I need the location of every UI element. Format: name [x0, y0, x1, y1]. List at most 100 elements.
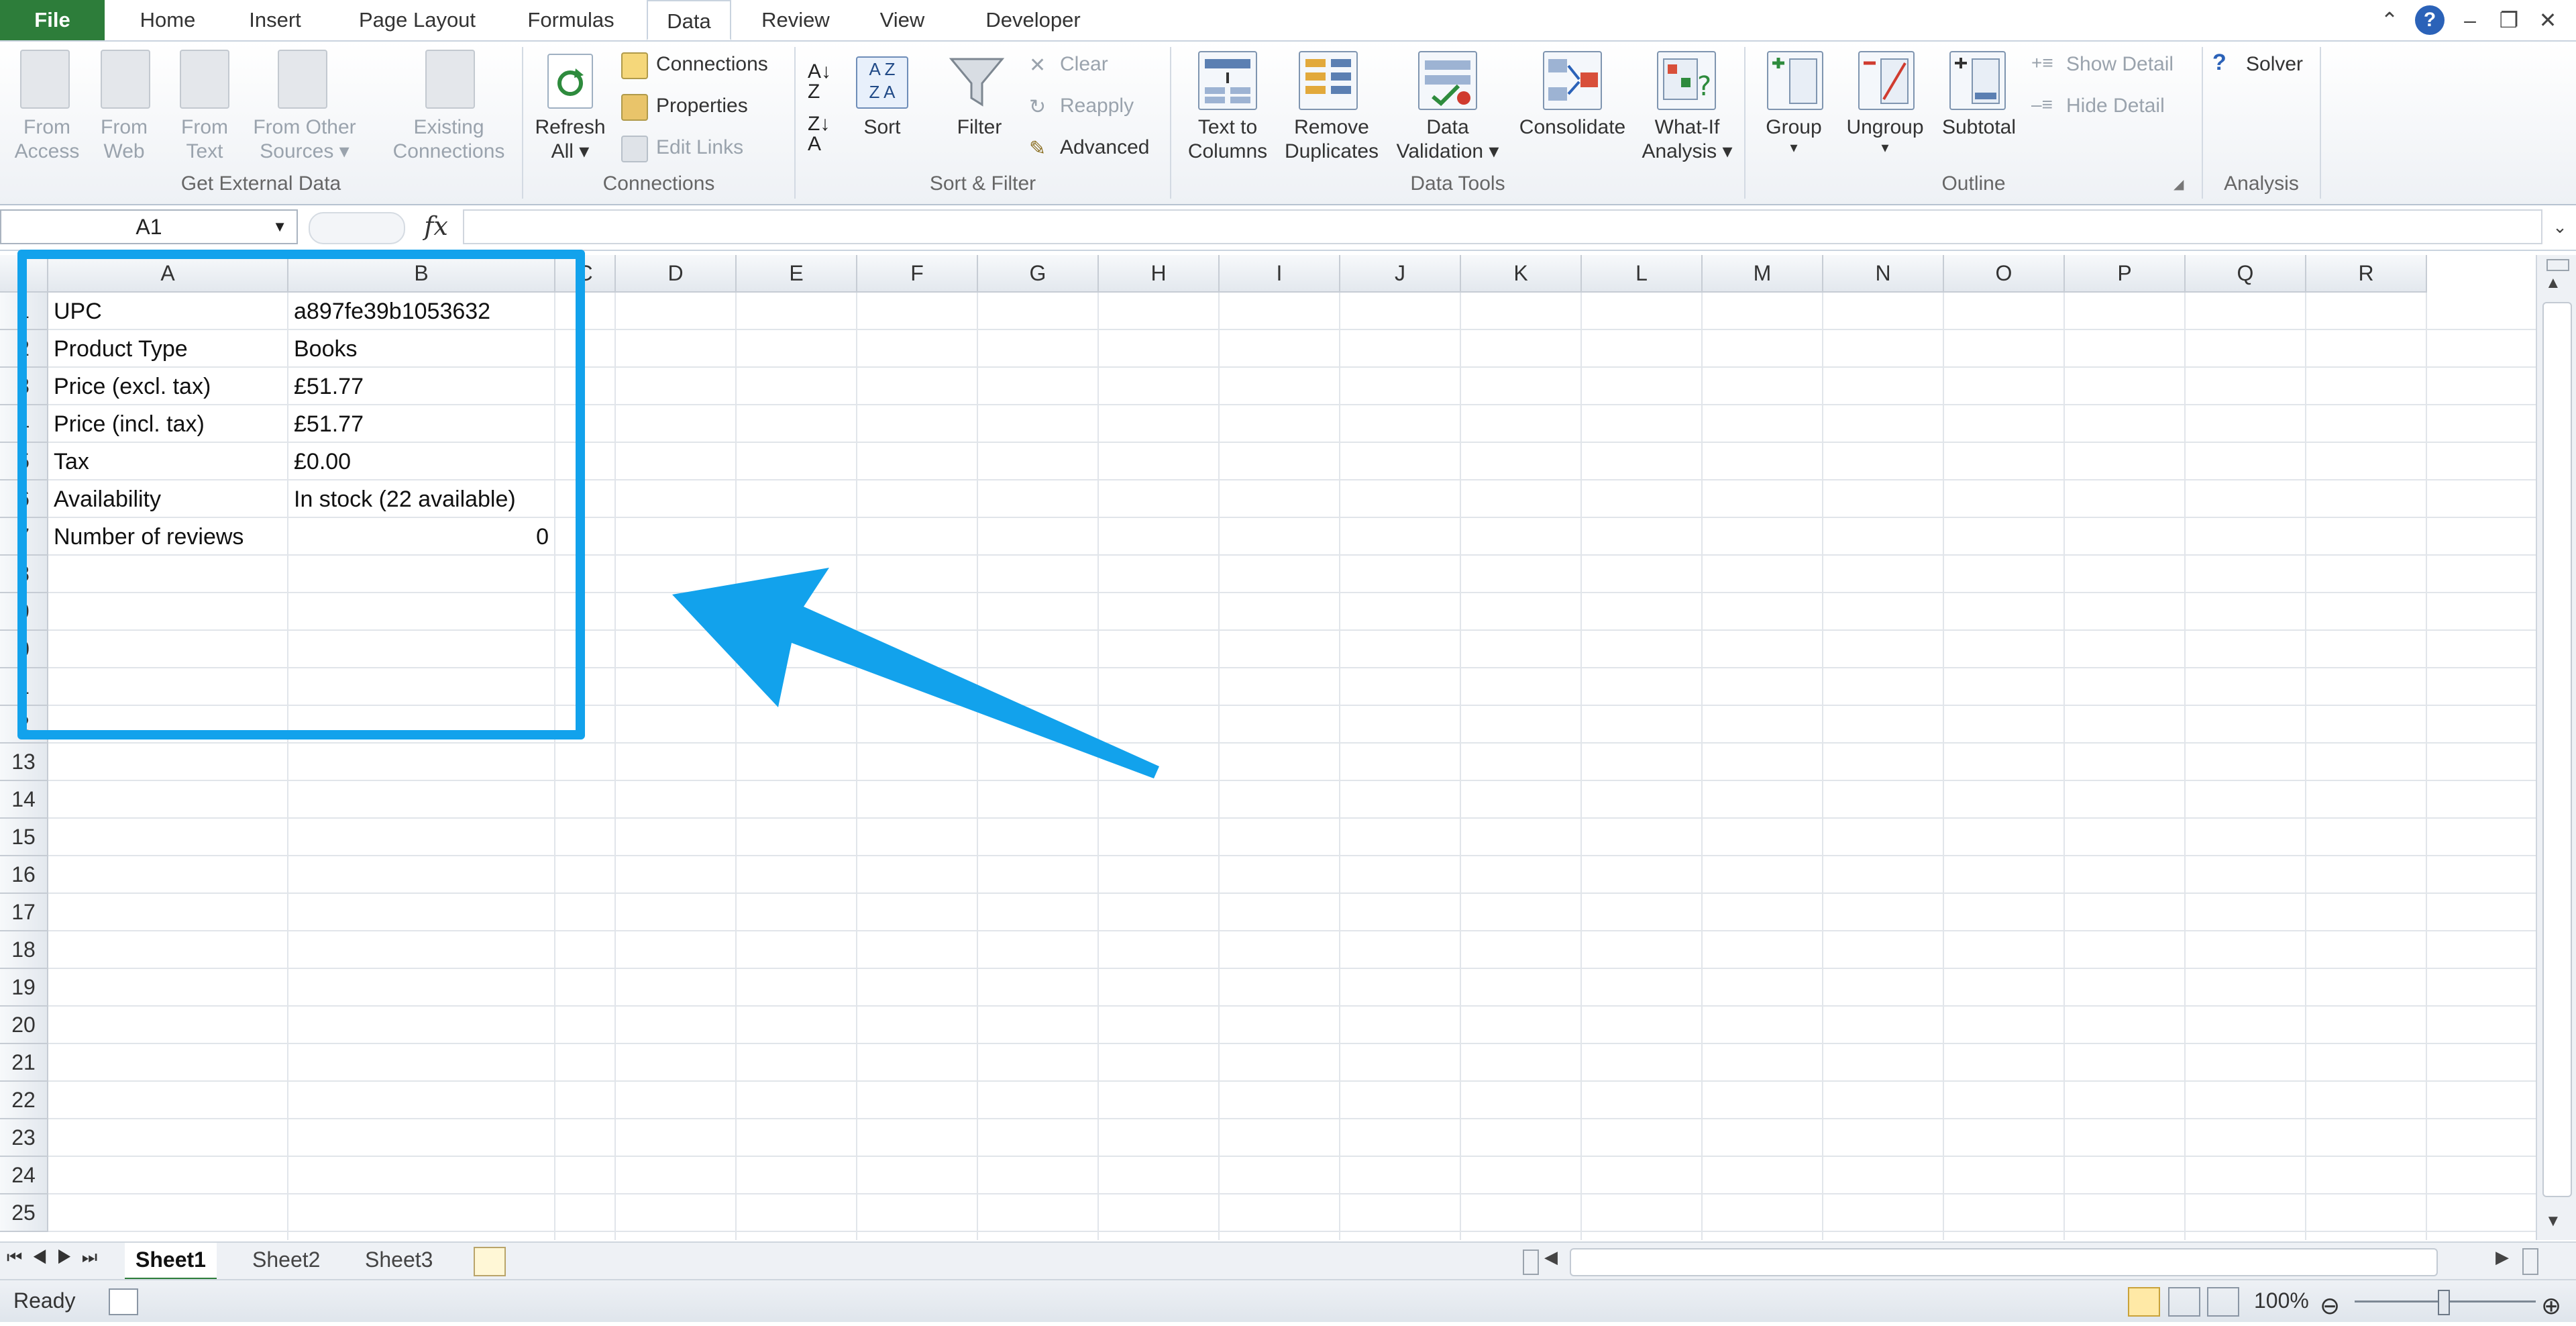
help-icon[interactable]: ? [2415, 5, 2445, 35]
solver-button[interactable]: Solver [2246, 52, 2303, 76]
tab-view[interactable]: View [865, 0, 939, 40]
row-header[interactable]: 13 [0, 744, 48, 781]
vertical-scroll-thumb[interactable] [2542, 302, 2572, 1197]
insert-sheet-icon[interactable] [474, 1247, 506, 1276]
column-header-e[interactable]: E [737, 255, 857, 293]
column-header-m[interactable]: M [1703, 255, 1823, 293]
tab-home[interactable]: Home [127, 0, 208, 40]
page-layout-view-icon[interactable] [2168, 1287, 2200, 1317]
column-header-d[interactable]: D [616, 255, 737, 293]
scroll-left-arrow-icon[interactable]: ◀ [1544, 1247, 1558, 1268]
scroll-up-arrow-icon[interactable]: ▲ [2545, 274, 2561, 293]
name-box-dropdown-icon[interactable]: ▼ [272, 211, 287, 243]
zoom-out-icon[interactable]: ⊖ [2320, 1286, 2340, 1326]
sort-za-icon[interactable]: Z↓ A [808, 114, 830, 154]
clear-button[interactable]: Clear [1060, 52, 1108, 76]
normal-view-icon[interactable] [2128, 1287, 2160, 1317]
from-other-sources-button[interactable]: From Other Sources ▾ [246, 115, 364, 164]
sheet-tab-sheet2[interactable]: Sheet2 [241, 1243, 331, 1278]
existing-connections-button[interactable]: Existing Connections [380, 115, 518, 164]
formula-bar-splitter[interactable] [309, 212, 405, 244]
row-header[interactable]: 14 [0, 781, 48, 819]
close-icon[interactable]: ✕ [2533, 5, 2563, 35]
column-header-l[interactable]: L [1582, 255, 1703, 293]
row-gridline [48, 742, 2536, 744]
scroll-right-arrow-icon[interactable]: ▶ [2496, 1247, 2509, 1268]
row-header[interactable]: 19 [0, 969, 48, 1007]
sheet-tab-sheet3[interactable]: Sheet3 [354, 1243, 443, 1278]
row-header[interactable]: 17 [0, 894, 48, 931]
minimize-icon[interactable]: – [2455, 5, 2485, 35]
from-web-button[interactable]: From Web [87, 115, 161, 164]
sort-az-icon[interactable]: A↓ Z [808, 62, 831, 102]
tab-split-handle[interactable] [1523, 1250, 1539, 1275]
column-header-q[interactable]: Q [2186, 255, 2306, 293]
from-text-button[interactable]: From Text [168, 115, 241, 164]
column-header-h[interactable]: H [1099, 255, 1220, 293]
zoom-level[interactable]: 100% [2254, 1280, 2309, 1321]
zoom-slider-thumb[interactable] [2438, 1290, 2450, 1315]
column-header-n[interactable]: N [1823, 255, 1944, 293]
hide-detail-button[interactable]: Hide Detail [2066, 94, 2165, 118]
group-button[interactable]: Group ▾ [1754, 115, 1834, 156]
text-to-columns-button[interactable]: Text to Columns [1181, 115, 1275, 164]
name-box[interactable]: A1 ▼ [0, 209, 298, 244]
outline-dialog-launcher-icon[interactable]: ◢ [2174, 176, 2184, 193]
restore-icon[interactable]: ❐ [2494, 5, 2524, 35]
scroll-down-arrow-icon[interactable]: ▼ [2545, 1212, 2561, 1231]
row-header[interactable]: 25 [0, 1194, 48, 1232]
split-box[interactable] [2546, 259, 2569, 271]
column-header-i[interactable]: I [1220, 255, 1340, 293]
advanced-button[interactable]: Advanced [1060, 136, 1149, 160]
tab-formulas[interactable]: Formulas [514, 0, 628, 40]
macro-record-icon[interactable] [109, 1288, 138, 1315]
collapse-ribbon-icon[interactable]: ⌃ [2375, 5, 2404, 35]
expand-formula-bar-icon[interactable]: ⌄ [2546, 212, 2573, 242]
column-header-j[interactable]: J [1340, 255, 1461, 293]
ungroup-button[interactable]: Ungroup ▾ [1838, 115, 1932, 156]
what-if-analysis-button[interactable]: What-If Analysis ▾ [1637, 115, 1737, 164]
consolidate-button[interactable]: Consolidate [1512, 115, 1633, 140]
tab-page-layout[interactable]: Page Layout [343, 0, 491, 40]
edit-links-button[interactable]: Edit Links [656, 136, 743, 160]
subtotal-button[interactable]: Subtotal [1932, 115, 2026, 140]
tab-insert[interactable]: Insert [235, 0, 315, 40]
row-header[interactable]: 18 [0, 931, 48, 969]
filter-button[interactable]: Filter [939, 115, 1020, 140]
h-split-box[interactable] [2522, 1248, 2538, 1275]
properties-button[interactable]: Properties [656, 94, 748, 118]
page-break-view-icon[interactable] [2207, 1287, 2239, 1317]
data-validation-button[interactable]: Data Validation ▾ [1387, 115, 1508, 164]
row-header[interactable]: 22 [0, 1082, 48, 1119]
sheet-tab-sheet1[interactable]: Sheet1 [125, 1243, 217, 1280]
row-header[interactable]: 15 [0, 819, 48, 856]
sheet-nav-arrows-icon[interactable]: ⏮◀▶⏭ [7, 1247, 107, 1268]
connections-button[interactable]: Connections [656, 52, 768, 76]
column-header-k[interactable]: K [1461, 255, 1582, 293]
row-header[interactable]: 20 [0, 1007, 48, 1044]
refresh-all-button[interactable]: Refresh All ▾ [530, 115, 610, 164]
show-detail-button[interactable]: Show Detail [2066, 52, 2174, 76]
from-access-button[interactable]: From Access [7, 115, 87, 164]
vertical-scrollbar[interactable]: ▲ ▼ [2536, 255, 2576, 1240]
column-header-g[interactable]: G [978, 255, 1099, 293]
column-header-o[interactable]: O [1944, 255, 2065, 293]
tab-data[interactable]: Data [647, 0, 731, 40]
sort-button[interactable]: Sort [852, 115, 912, 140]
insert-function-icon[interactable]: fx [416, 209, 456, 244]
row-header[interactable]: 16 [0, 856, 48, 894]
tab-file[interactable]: File [0, 0, 105, 40]
row-header[interactable]: 21 [0, 1044, 48, 1082]
remove-duplicates-button[interactable]: Remove Duplicates [1281, 115, 1382, 164]
column-header-p[interactable]: P [2065, 255, 2186, 293]
reapply-button[interactable]: Reapply [1060, 94, 1134, 118]
tab-review[interactable]: Review [749, 0, 843, 40]
tab-developer[interactable]: Developer [966, 0, 1100, 40]
row-header[interactable]: 23 [0, 1119, 48, 1157]
formula-input[interactable] [463, 209, 2542, 244]
horizontal-scroll-thumb[interactable] [1570, 1248, 2438, 1276]
row-header[interactable]: 24 [0, 1157, 48, 1194]
zoom-in-icon[interactable]: ⊕ [2541, 1286, 2561, 1326]
column-header-f[interactable]: F [857, 255, 978, 293]
column-header-r[interactable]: R [2306, 255, 2427, 293]
